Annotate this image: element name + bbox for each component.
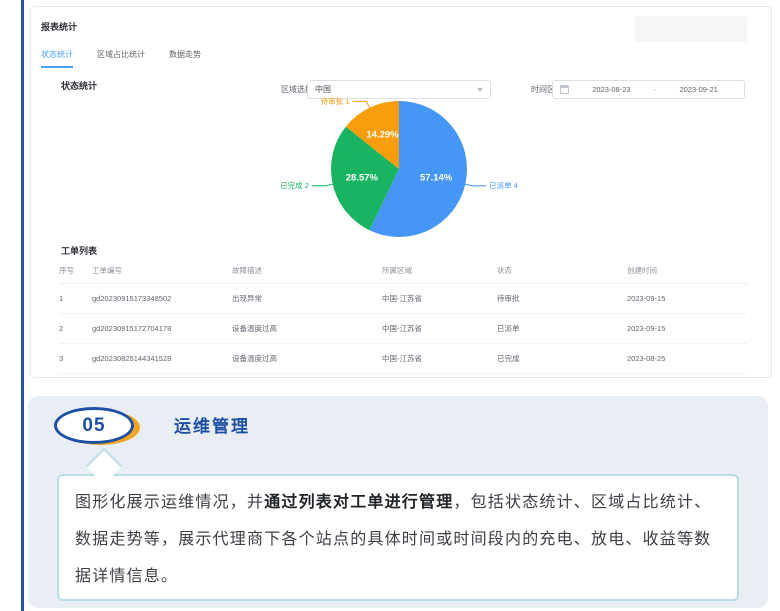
table-cell: 设备温度过高 (232, 313, 382, 343)
table-cell: 出现异常 (232, 283, 382, 313)
description-text: 图形化展示运维情况，并通过列表对工单进行管理，包括状态统计、区域占比统计、数据走… (75, 484, 721, 595)
column-header: 状态 (497, 259, 627, 283)
table-cell: 1 (59, 283, 92, 313)
table-cell: 已完成 (497, 343, 627, 373)
section-number: 05 (82, 415, 105, 437)
status-pie-chart: 57.14% 已派单 4 28.57% 已完成 2 14.29% 待审批 1 (271, 93, 551, 253)
table-row[interactable]: 3gd20230825144341528设备温度过高中国-江苏省已完成2023-… (59, 343, 747, 373)
date-end[interactable]: 2023-09-21 (660, 85, 737, 94)
table-cell: 中国-江苏省 (382, 343, 497, 373)
date-start[interactable]: 2023-08-23 (573, 85, 650, 94)
pie-percent-label: 57.14% (420, 172, 453, 183)
description-bubble: 图形化展示运维情况，并通过列表对工单进行管理，包括状态统计、区域占比统计、数据走… (57, 474, 739, 601)
table-cell: 设备温度过高 (232, 343, 382, 373)
left-border-line (21, 0, 24, 611)
column-header: 故障描述 (232, 259, 382, 283)
pie-outside-label: 待审批 1 (321, 96, 350, 106)
table-cell: 中国-江苏省 (382, 283, 497, 313)
badge-ellipse: 05 (54, 407, 134, 444)
table-cell: 2023-08-25 (627, 343, 747, 373)
status-section-title: 状态统计 (61, 79, 97, 92)
table-cell: 2023-09-15 (627, 313, 747, 343)
pie-leader-line (353, 101, 370, 107)
table-row[interactable]: 1gd20230915173348502出现异常中国-江苏省待审批2023-09… (59, 283, 747, 313)
pie-percent-label: 14.29% (366, 130, 399, 141)
table-row[interactable]: 2gd20230915172704178设备温度过高中国-江苏省已派单2023-… (59, 313, 747, 343)
page-title: 报表统计 (41, 20, 77, 33)
tab-item-2[interactable]: 数据走势 (169, 49, 201, 68)
pie-outside-label: 已完成 2 (280, 180, 309, 190)
page: 报表统计 状态统计区域占比统计数据走势 状态统计 区域选择 中国 时间区间 20… (0, 0, 780, 611)
work-order-table: 序号工单编号故障描述所属区域状态创建时间1gd20230915173348502… (59, 259, 747, 374)
worklist-section-title: 工单列表 (61, 244, 97, 257)
tab-bar: 状态统计 区域占比统计 数据走势 (41, 49, 201, 68)
table-cell: 已派单 (497, 313, 627, 343)
section-number-badge: 05 (54, 407, 140, 445)
column-header: 所属区域 (382, 259, 497, 283)
section-05-panel: 05 运维管理 图形化展示运维情况，并通过列表对工单进行管理，包括状态统计、区域… (28, 396, 768, 608)
table-cell: 3 (59, 343, 92, 373)
table-cell: 中国-江苏省 (382, 313, 497, 343)
pie-percent-label: 28.57% (346, 172, 379, 183)
date-range-picker[interactable]: 2023-08-23 - 2023-09-21 (552, 80, 745, 99)
column-header: 工单编号 (92, 259, 232, 283)
pie-leader-line (312, 184, 333, 186)
calendar-icon (560, 85, 569, 94)
report-statistics-card: 报表统计 状态统计区域占比统计数据走势 状态统计 区域选择 中国 时间区间 20… (30, 6, 772, 378)
table-cell: 2 (59, 313, 92, 343)
table-cell: gd20230825144341528 (92, 343, 232, 373)
column-header: 创建时间 (627, 259, 747, 283)
section-title: 运维管理 (174, 412, 250, 437)
pie-outside-label: 已派单 4 (489, 180, 518, 190)
date-separator: - (654, 85, 657, 94)
table-cell: 待审批 (497, 283, 627, 313)
table-cell: gd20230915172704178 (92, 313, 232, 343)
table-cell: 2023-09-15 (627, 283, 747, 313)
pie-leader-line (465, 184, 486, 186)
chevron-down-icon (477, 88, 483, 92)
column-header: 序号 (59, 259, 92, 283)
tab-item-0[interactable]: 状态统计 (41, 49, 73, 68)
table-cell: gd20230915173348502 (92, 283, 232, 313)
tab-item-1[interactable]: 区域占比统计 (97, 49, 145, 68)
header-strip (635, 16, 747, 42)
